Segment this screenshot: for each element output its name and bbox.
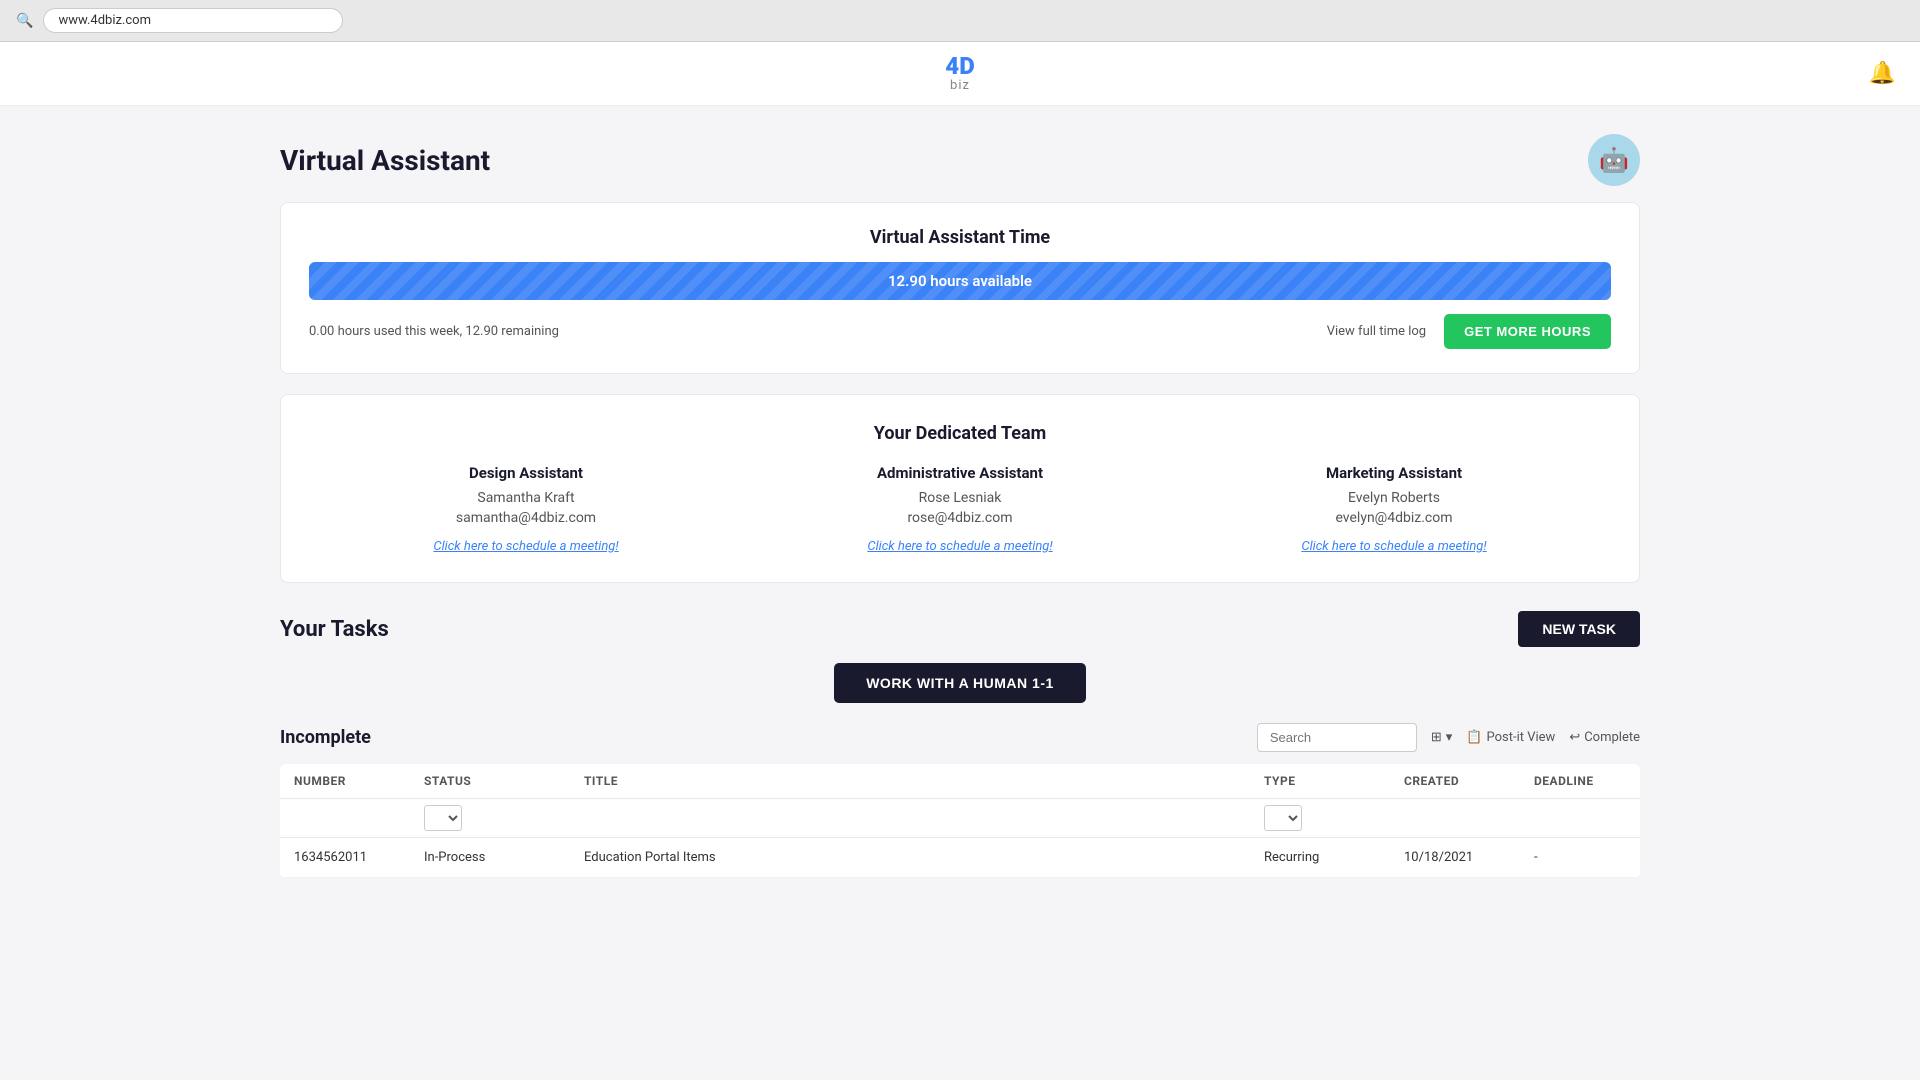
va-time-heading: Virtual Assistant Time (309, 227, 1611, 248)
col-header-deadline: DEADLINE (1520, 764, 1640, 799)
task-deadline: - (1520, 838, 1640, 878)
view-toggle-button[interactable]: ⊞ ▾ (1431, 730, 1452, 745)
post-it-view-button[interactable]: 📋 Post-it View (1466, 730, 1555, 745)
top-nav: 4D biz 🔔 (0, 42, 1920, 106)
nav-logo: 4D biz (945, 54, 974, 93)
admin-name: Rose Lesniak (763, 490, 1157, 506)
team-member-marketing: Marketing Assistant Evelyn Roberts evely… (1177, 464, 1611, 554)
marketing-email: evelyn@4dbiz.com (1197, 510, 1591, 526)
notification-bell-icon[interactable]: 🔔 (1869, 61, 1896, 86)
team-grid: Design Assistant Samantha Kraft samantha… (309, 464, 1611, 554)
va-time-card: Virtual Assistant Time 12.90 hours avail… (280, 202, 1640, 374)
design-email: samantha@4dbiz.com (329, 510, 723, 526)
incomplete-header-row: Incomplete ⊞ ▾ 📋 Post-it View ↩ Complete (280, 723, 1640, 752)
url-bar[interactable]: www.4dbiz.com (43, 8, 343, 33)
filter-created (1390, 799, 1520, 838)
hours-used-text: 0.00 hours used this week, 12.90 remaini… (309, 324, 559, 339)
marketing-name: Evelyn Roberts (1197, 490, 1591, 506)
filter-row (280, 799, 1640, 838)
filter-number (280, 799, 410, 838)
team-member-design: Design Assistant Samantha Kraft samantha… (309, 464, 743, 554)
col-header-number: NUMBER (280, 764, 410, 799)
tasks-title: Your Tasks (280, 617, 389, 642)
progress-bar-text: 12.90 hours available (888, 272, 1032, 290)
browser-chrome: 🔍 www.4dbiz.com (0, 0, 1920, 42)
marketing-role: Marketing Assistant (1197, 464, 1591, 482)
col-header-status: STATUS (410, 764, 570, 799)
va-time-footer: 0.00 hours used this week, 12.90 remaini… (309, 314, 1611, 349)
main-content: Virtual Assistant 🤖 Virtual Assistant Ti… (240, 106, 1680, 906)
design-name: Samantha Kraft (329, 490, 723, 506)
va-avatar: 🤖 (1588, 134, 1640, 186)
va-footer-right: View full time log GET MORE HOURS (1327, 314, 1611, 349)
post-it-label: Post-it View (1486, 730, 1555, 745)
task-controls: ⊞ ▾ 📋 Post-it View ↩ Complete (1257, 723, 1640, 752)
filter-title (570, 799, 1250, 838)
incomplete-title: Incomplete (280, 727, 371, 748)
type-filter-select[interactable] (1264, 805, 1302, 831)
task-title: Education Portal Items (570, 838, 1250, 878)
new-task-button[interactable]: NEW TASK (1518, 611, 1640, 647)
post-it-icon: 📋 (1466, 730, 1482, 745)
logo-4d-text: 4D (945, 54, 974, 78)
complete-icon: ↩ (1569, 730, 1580, 745)
dedicated-team-card: Your Dedicated Team Design Assistant Sam… (280, 394, 1640, 583)
grid-icon: ⊞ (1431, 730, 1442, 745)
complete-button[interactable]: ↩ Complete (1569, 730, 1640, 745)
filter-status[interactable] (410, 799, 570, 838)
tasks-header: Your Tasks NEW TASK (280, 611, 1640, 647)
col-header-title: TITLE (570, 764, 1250, 799)
team-heading: Your Dedicated Team (309, 423, 1611, 444)
table-row[interactable]: 1634562011 In-Process Education Portal I… (280, 838, 1640, 878)
design-schedule-link[interactable]: Click here to schedule a meeting! (433, 539, 618, 554)
work-human-banner: WORK WITH A HUMAN 1-1 (280, 663, 1640, 703)
va-title: Virtual Assistant (280, 144, 490, 177)
admin-schedule-link[interactable]: Click here to schedule a meeting! (867, 539, 1052, 554)
work-human-button[interactable]: WORK WITH A HUMAN 1-1 (834, 663, 1086, 703)
get-more-hours-button[interactable]: GET MORE HOURS (1444, 314, 1611, 349)
logo-biz-text: biz (950, 78, 970, 93)
task-number: 1634562011 (280, 838, 410, 878)
complete-label: Complete (1584, 730, 1640, 745)
col-header-type: TYPE (1250, 764, 1390, 799)
design-role: Design Assistant (329, 464, 723, 482)
team-member-admin: Administrative Assistant Rose Lesniak ro… (743, 464, 1177, 554)
status-filter-select[interactable] (424, 805, 462, 831)
tasks-table: NUMBER STATUS TITLE TYPE CREATED DEADLIN… (280, 764, 1640, 878)
task-created: 10/18/2021 (1390, 838, 1520, 878)
progress-bar: 12.90 hours available (309, 262, 1611, 300)
grid-toggle-chevron: ▾ (1446, 730, 1453, 745)
filter-deadline (1520, 799, 1640, 838)
marketing-schedule-link[interactable]: Click here to schedule a meeting! (1301, 539, 1486, 554)
admin-role: Administrative Assistant (763, 464, 1157, 482)
view-time-log-link[interactable]: View full time log (1327, 324, 1426, 339)
task-status: In-Process (410, 838, 570, 878)
col-header-created: CREATED (1390, 764, 1520, 799)
filter-type[interactable] (1250, 799, 1390, 838)
search-input[interactable] (1257, 723, 1417, 752)
task-type: Recurring (1250, 838, 1390, 878)
browser-search-icon: 🔍 (16, 13, 33, 29)
va-header: Virtual Assistant 🤖 (280, 134, 1640, 186)
table-header-row: NUMBER STATUS TITLE TYPE CREATED DEADLIN… (280, 764, 1640, 799)
admin-email: rose@4dbiz.com (763, 510, 1157, 526)
